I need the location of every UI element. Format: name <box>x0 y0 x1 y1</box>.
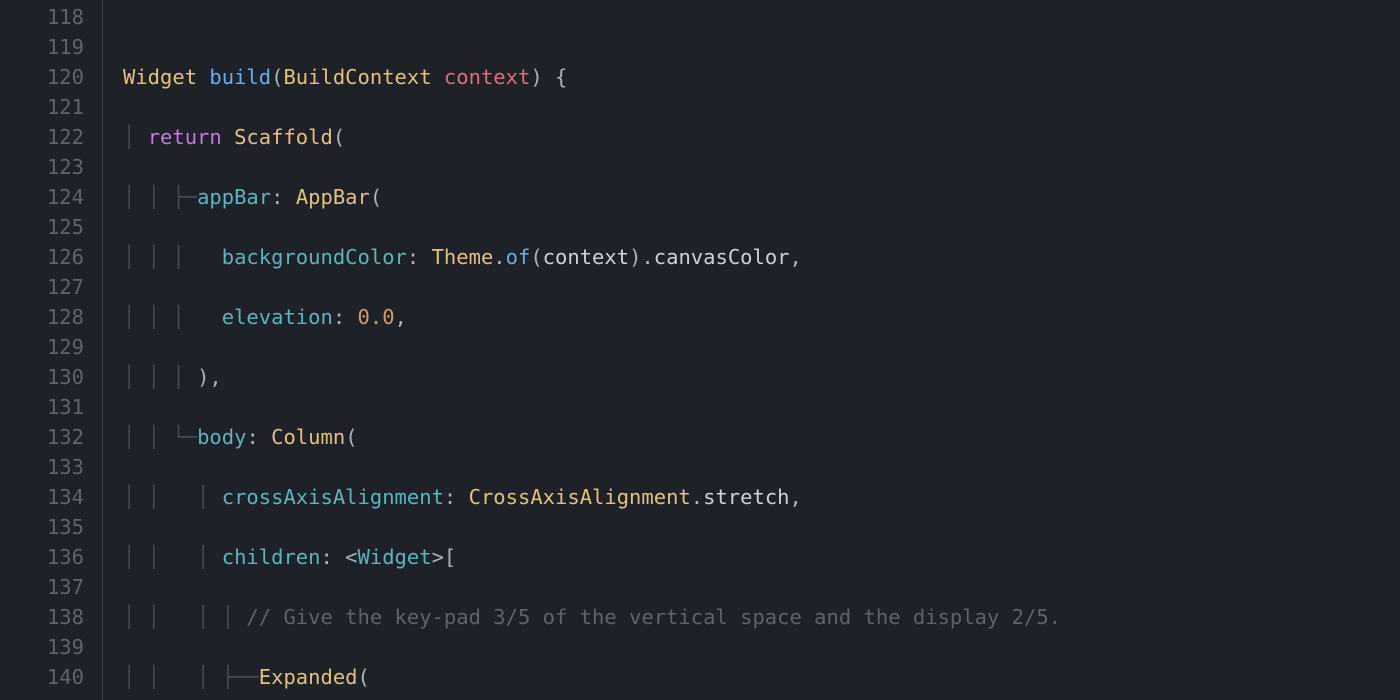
line-number: 137 <box>0 572 84 602</box>
line-number: 125 <box>0 212 84 242</box>
named-arg: children <box>222 545 321 569</box>
identifier: context <box>543 245 629 269</box>
code-line[interactable]: │ │ │ ├──Expanded( <box>123 662 1400 692</box>
code-line[interactable]: │ return Scaffold( <box>123 122 1400 152</box>
property: stretch <box>703 485 789 509</box>
type: CrossAxisAlignment <box>469 485 691 509</box>
code-editor[interactable]: 1181191201211221231241251261271281291301… <box>0 0 1400 700</box>
line-number: 128 <box>0 302 84 332</box>
line-number: 124 <box>0 182 84 212</box>
line-number: 130 <box>0 362 84 392</box>
type: Widget <box>358 545 432 569</box>
type: Widget <box>123 65 197 89</box>
code-line[interactable]: │ │ │ elevation: 0.0, <box>123 302 1400 332</box>
line-number: 139 <box>0 632 84 662</box>
param: context <box>444 65 530 89</box>
type: BuildContext <box>283 65 431 89</box>
property: canvasColor <box>654 245 790 269</box>
line-number: 136 <box>0 542 84 572</box>
gutter-border <box>102 0 103 700</box>
named-arg: appBar <box>197 185 271 209</box>
line-number-gutter: 1181191201211221231241251261271281291301… <box>0 0 102 700</box>
named-arg: body <box>197 425 246 449</box>
line-number: 127 <box>0 272 84 302</box>
code-line[interactable]: Widget build(BuildContext context) { <box>123 62 1400 92</box>
type: AppBar <box>296 185 370 209</box>
type: Theme <box>432 245 494 269</box>
code-line[interactable]: │ │ │ ), <box>123 362 1400 392</box>
line-number: 129 <box>0 332 84 362</box>
type: Scaffold <box>234 125 333 149</box>
line-number: 120 <box>0 62 84 92</box>
type: Column <box>271 425 345 449</box>
code-line[interactable]: │ │ │ │ // Give the key-pad 3/5 of the v… <box>123 602 1400 632</box>
method: of <box>506 245 531 269</box>
code-line[interactable]: │ │ │ crossAxisAlignment: CrossAxisAlign… <box>123 482 1400 512</box>
line-number: 131 <box>0 392 84 422</box>
line-number: 118 <box>0 2 84 32</box>
line-number: 135 <box>0 512 84 542</box>
line-number: 132 <box>0 422 84 452</box>
keyword: return <box>148 125 222 149</box>
line-number: 138 <box>0 602 84 632</box>
line-number: 126 <box>0 242 84 272</box>
line-number: 134 <box>0 482 84 512</box>
line-number: 121 <box>0 92 84 122</box>
line-number: 119 <box>0 32 84 62</box>
named-arg: crossAxisAlignment <box>222 485 444 509</box>
named-arg: backgroundColor <box>222 245 407 269</box>
type: Expanded <box>259 665 358 689</box>
named-arg: elevation <box>222 305 333 329</box>
code-line[interactable]: │ │ └─body: Column( <box>123 422 1400 452</box>
code-line[interactable]: │ │ │ backgroundColor: Theme.of(context)… <box>123 242 1400 272</box>
line-number: 123 <box>0 152 84 182</box>
line-number: 140 <box>0 662 84 692</box>
number: 0.0 <box>358 305 395 329</box>
line-number: 133 <box>0 452 84 482</box>
code-area[interactable]: Widget build(BuildContext context) { │ r… <box>123 0 1400 700</box>
line-number: 122 <box>0 122 84 152</box>
comment: // Give the key-pad 3/5 of the vertical … <box>246 605 1061 629</box>
code-line[interactable]: │ │ ├─appBar: AppBar( <box>123 182 1400 212</box>
method: build <box>209 65 271 89</box>
code-line[interactable]: │ │ │ children: <Widget>[ <box>123 542 1400 572</box>
